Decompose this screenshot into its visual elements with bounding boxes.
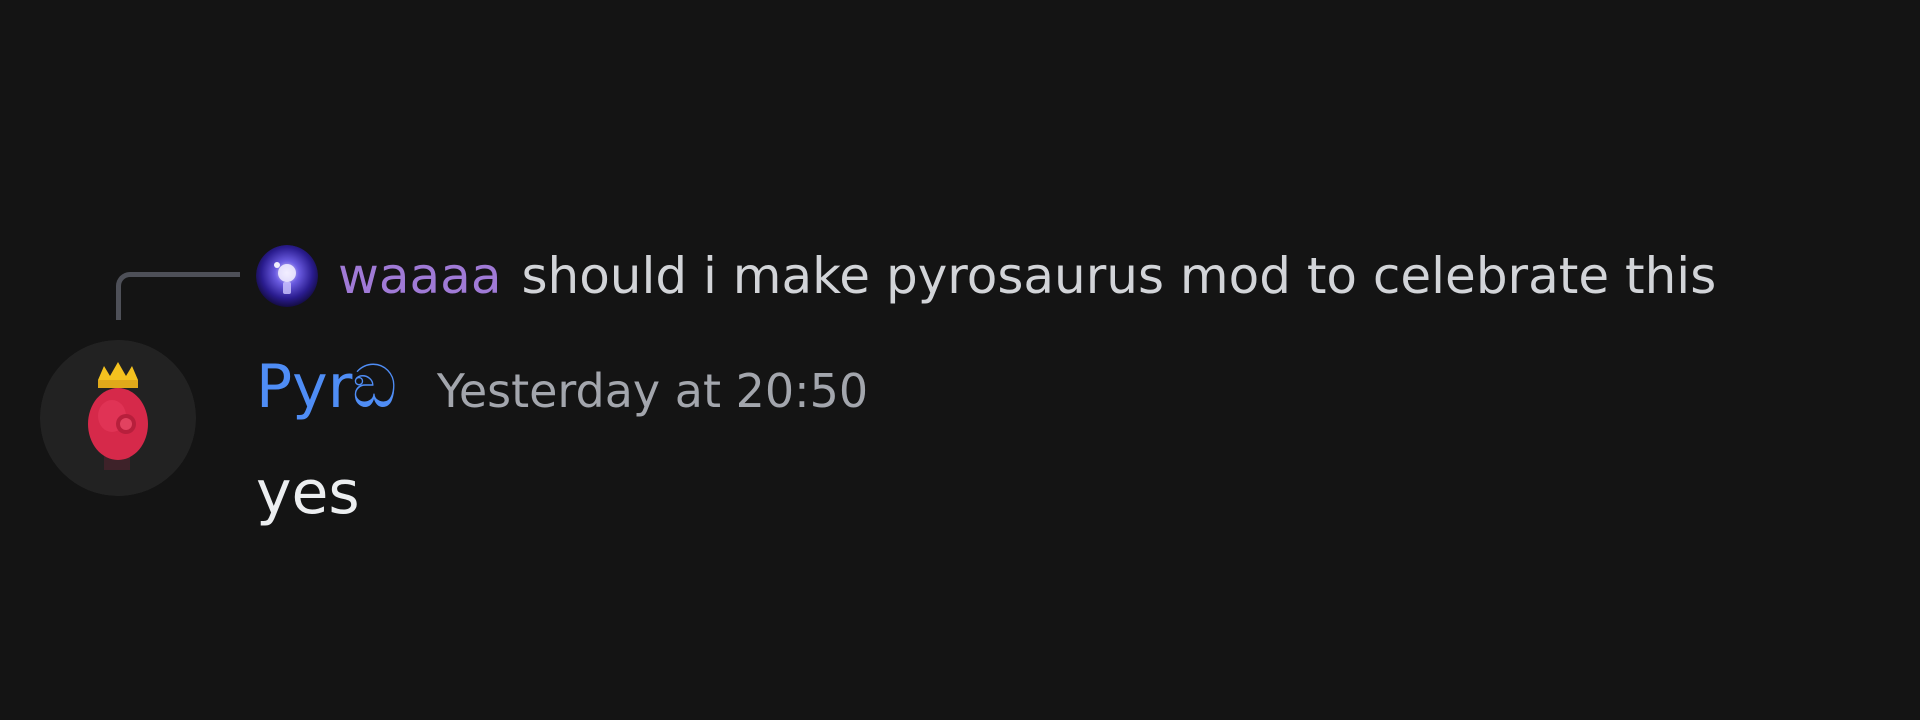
red-creature-with-crown-avatar-icon [40, 340, 196, 496]
chat-message: waaaa should i make pyrosaurus mod to ce… [0, 0, 1920, 720]
purple-orb-avatar-icon [256, 245, 318, 307]
reply-preview[interactable]: waaaa should i make pyrosaurus mod to ce… [256, 240, 1716, 312]
reply-content[interactable]: should i make pyrosaurus mod to celebrat… [521, 247, 1716, 305]
reply-author-name[interactable]: waaaa [338, 247, 501, 305]
timestamp[interactable]: Yesterday at 20:50 [437, 364, 868, 418]
message-content: yes [256, 458, 360, 528]
avatar[interactable] [40, 340, 196, 496]
author-name[interactable]: Pyrඞ [256, 352, 397, 422]
reply-spine [116, 272, 240, 320]
message-header: Pyrඞ Yesterday at 20:50 [256, 352, 868, 428]
reply-avatar[interactable] [256, 245, 318, 307]
